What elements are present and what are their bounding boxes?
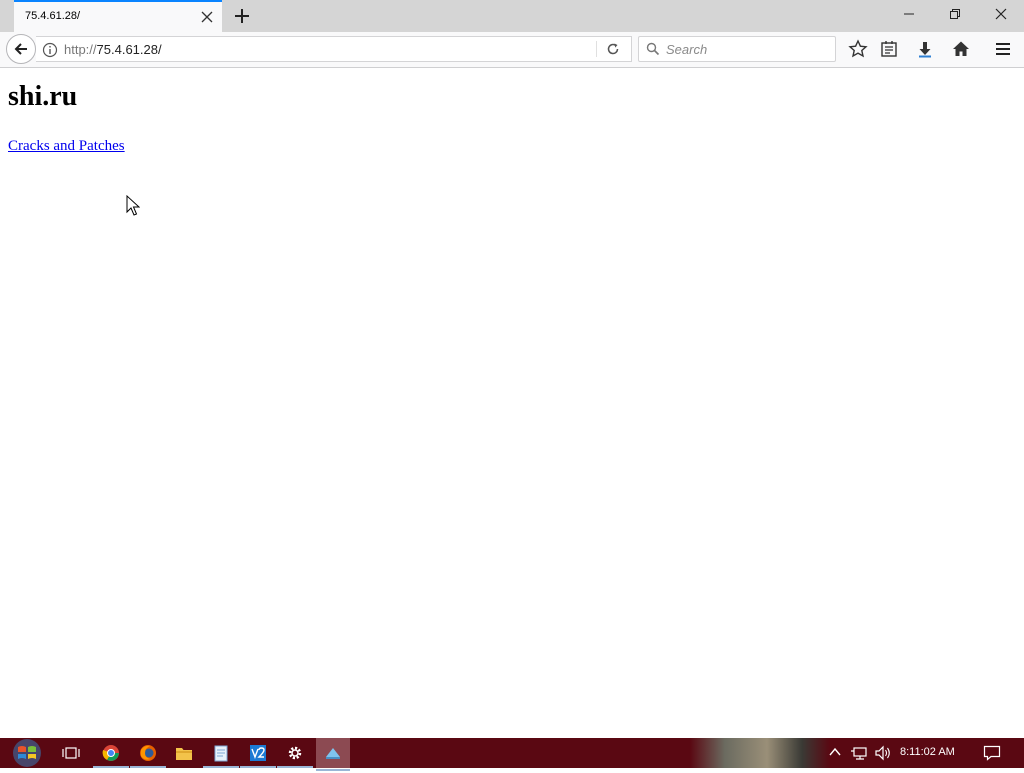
reload-icon[interactable] [606,42,620,61]
navigation-toolbar: http://75.4.61.28/ Search [0,32,1024,68]
taskbar-wallpaper-strip [690,738,830,768]
back-arrow-icon [14,43,27,55]
menu-icon[interactable] [993,39,1013,59]
firefox-icon[interactable] [130,741,166,768]
restore-icon[interactable] [932,0,978,30]
active-task-highlight[interactable] [316,738,350,771]
windows-taskbar: 8:11:02 AM [0,738,1024,771]
vm-app-icon[interactable] [240,741,276,768]
address-bar[interactable]: http://75.4.61.28/ [36,36,632,62]
page-heading: shi.ru [8,81,78,112]
chrome-icon[interactable] [93,741,129,768]
search-icon [646,42,660,61]
url-text: http://75.4.61.28/ [64,42,162,57]
taskbar-clock[interactable]: 8:11:02 AM [900,746,955,758]
back-button[interactable] [6,34,36,64]
capture-tool-icon [321,741,345,765]
notepad-icon[interactable] [203,741,239,768]
page-content: shi.ru Cracks and Patches [0,69,1024,738]
url-host: 75.4.61.28/ [96,42,162,57]
search-placeholder: Search [666,42,708,57]
close-window-icon[interactable] [978,0,1024,30]
volume-icon[interactable] [874,745,892,766]
task-view-icon[interactable] [59,741,83,765]
tab-title: 75.4.61.28/ [25,10,81,22]
tab-strip: 75.4.61.28/ [0,0,1024,32]
mouse-pointer-icon [126,194,141,222]
url-divider [596,41,597,57]
search-field[interactable]: Search [638,36,836,62]
site-info-icon[interactable] [42,42,58,63]
network-icon[interactable] [850,745,868,766]
home-icon[interactable] [951,39,971,59]
cracks-and-patches-link[interactable]: Cracks and Patches [8,138,125,155]
file-explorer-icon[interactable] [172,741,196,765]
reading-list-icon[interactable] [879,39,899,59]
start-button[interactable] [8,738,46,768]
close-tab-icon[interactable] [200,10,214,24]
minimize-icon[interactable] [886,0,932,30]
bookmark-star-icon[interactable] [848,39,868,59]
settings-gear-icon[interactable] [277,741,313,768]
download-icon[interactable] [915,39,935,59]
chevron-up-icon[interactable] [828,745,842,764]
new-tab-icon[interactable] [232,6,252,26]
notifications-icon[interactable] [983,745,1001,766]
url-scheme: http:// [64,42,97,57]
browser-tab[interactable]: 75.4.61.28/ [14,0,222,32]
running-indicator [316,769,350,771]
